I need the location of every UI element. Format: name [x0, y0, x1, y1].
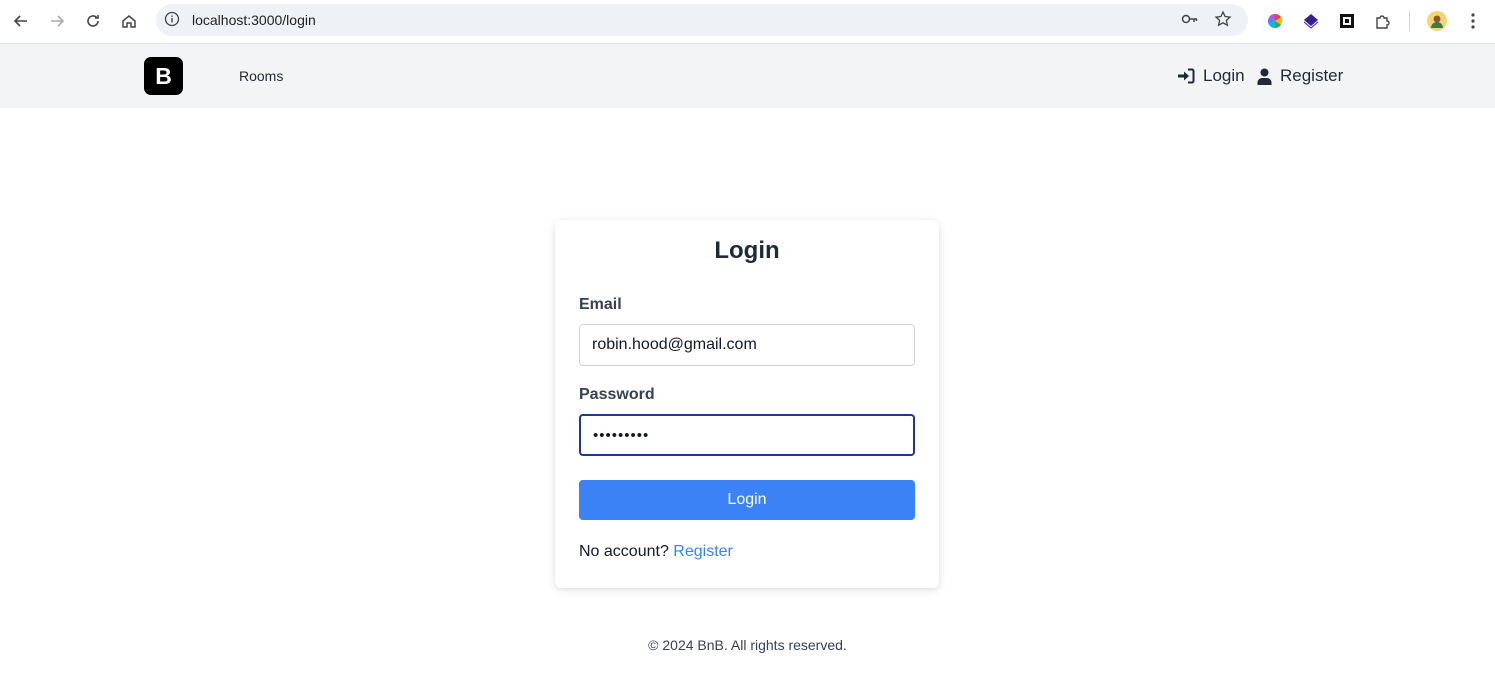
- password-field[interactable]: •••••••••: [579, 414, 915, 456]
- nav-login-label: Login: [1203, 66, 1245, 85]
- footer-copyright: © 2024 BnB. All rights reserved.: [648, 637, 847, 653]
- back-icon[interactable]: [8, 8, 34, 34]
- browser-toolbar: localhost:3000/login: [0, 0, 1495, 44]
- bookmark-star-icon[interactable]: [1214, 10, 1232, 33]
- password-value: •••••••••: [593, 426, 650, 444]
- nav-register-label: Register: [1280, 66, 1344, 85]
- url-text: localhost:3000/login: [192, 12, 316, 28]
- nav-register-link[interactable]: Register: [1257, 66, 1343, 86]
- color-wheel-extension-icon[interactable]: [1262, 8, 1288, 34]
- nav-rooms-link[interactable]: Rooms: [239, 68, 283, 84]
- browser-menu-icon[interactable]: [1460, 8, 1486, 34]
- email-field[interactable]: robin.hood@gmail.com: [579, 324, 915, 366]
- site-info-icon[interactable]: [164, 11, 180, 32]
- extensions-puzzle-icon[interactable]: [1370, 8, 1396, 34]
- site-logo[interactable]: B: [144, 57, 183, 95]
- register-link[interactable]: Register: [673, 543, 733, 560]
- home-icon[interactable]: [116, 8, 142, 34]
- address-bar[interactable]: localhost:3000/login: [156, 4, 1248, 36]
- password-key-icon[interactable]: [1181, 11, 1199, 32]
- frame-extension-icon[interactable]: [1334, 8, 1360, 34]
- password-label: Password: [579, 386, 655, 403]
- login-submit-button[interactable]: Login: [579, 480, 915, 520]
- login-submit-label: Login: [727, 491, 767, 508]
- forward-icon[interactable]: [44, 8, 70, 34]
- profile-avatar-icon[interactable]: [1424, 8, 1450, 34]
- email-value: robin.hood@gmail.com: [592, 336, 757, 353]
- email-label: Email: [579, 296, 622, 313]
- login-title: Login: [714, 237, 780, 264]
- user-icon: [1257, 68, 1272, 85]
- reload-icon[interactable]: [80, 8, 106, 34]
- no-account-prompt: No account? Register: [579, 543, 733, 561]
- site-navbar: B Rooms Login Register: [0, 44, 1495, 108]
- sign-in-icon: [1178, 68, 1195, 84]
- no-account-text: No account?: [579, 543, 669, 560]
- stack-extension-icon[interactable]: [1298, 8, 1324, 34]
- toolbar-divider: [1409, 11, 1410, 31]
- nav-login-link[interactable]: Login: [1177, 66, 1245, 86]
- login-card: Login Email robin.hood@gmail.com Passwor…: [555, 220, 939, 588]
